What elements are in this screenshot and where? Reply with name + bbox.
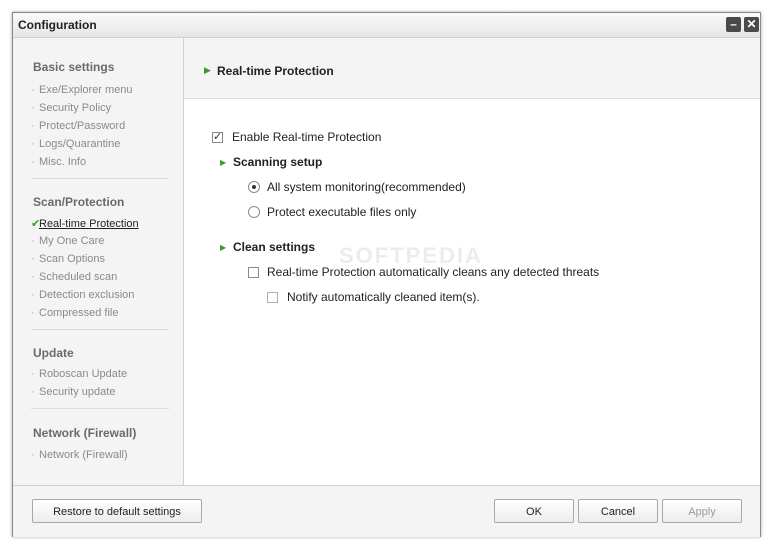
- enable-protection-checkbox[interactable]: [212, 130, 223, 143]
- page-title: Real-time Protection: [217, 64, 334, 78]
- content-panel: ▶ Real-time Protection SOFTPEDIA Enable …: [184, 38, 760, 485]
- footer-bar: Restore to default settings OK Cancel Ap…: [13, 485, 760, 537]
- chevron-right-icon: ▶: [204, 65, 211, 75]
- window-title: Configuration: [18, 18, 97, 32]
- sidebar-item-security-update[interactable]: · Security update: [31, 386, 115, 398]
- notify-cleaned-checkbox[interactable]: [267, 292, 278, 303]
- sidebar-item-protect-password[interactable]: · Protect/Password: [31, 120, 125, 132]
- ok-button[interactable]: OK: [494, 499, 574, 523]
- all-system-monitoring-label[interactable]: All system monitoring(recommended): [267, 180, 466, 194]
- scanning-setup-title: Scanning setup: [233, 155, 323, 169]
- content-header: ▶ Real-time Protection: [184, 38, 760, 99]
- group-title-network-firewall: Network (Firewall): [33, 426, 137, 440]
- divider: [31, 329, 169, 330]
- triangle-right-icon: ▶: [220, 158, 227, 167]
- protect-executables-radio[interactable]: [248, 206, 260, 218]
- close-icon[interactable]: ✕: [744, 17, 759, 32]
- triangle-right-icon: ▶: [220, 243, 227, 252]
- title-bar[interactable]: Configuration – ✕: [13, 13, 760, 38]
- cancel-button[interactable]: Cancel: [578, 499, 658, 523]
- auto-clean-label[interactable]: Real-time Protection automatically clean…: [267, 265, 599, 279]
- apply-button[interactable]: Apply: [662, 499, 742, 523]
- sidebar-item-exe-explorer-menu[interactable]: · Exe/Explorer menu: [31, 84, 133, 96]
- divider: [31, 178, 169, 179]
- all-system-monitoring-radio[interactable]: [248, 181, 260, 193]
- sidebar-item-compressed-file[interactable]: · Compressed file: [31, 307, 118, 319]
- group-title-scan-protection: Scan/Protection: [33, 195, 125, 209]
- sidebar-item-detection-exclusion[interactable]: · Detection exclusion: [31, 289, 134, 301]
- clean-settings-title: Clean settings: [233, 240, 316, 254]
- auto-clean-checkbox[interactable]: [248, 267, 259, 278]
- group-title-basic-settings: Basic settings: [33, 60, 115, 74]
- sidebar-item-security-policy[interactable]: · Security Policy: [31, 102, 111, 114]
- protect-executables-label[interactable]: Protect executable files only: [267, 205, 416, 219]
- sidebar-item-logs-quarantine[interactable]: · Logs/Quarantine: [31, 138, 120, 150]
- check-icon: ✔: [31, 218, 41, 230]
- group-title-update: Update: [33, 346, 74, 360]
- sidebar-item-my-one-care[interactable]: · My One Care: [31, 235, 104, 247]
- notify-cleaned-label[interactable]: Notify automatically cleaned item(s).: [287, 290, 480, 304]
- sidebar-item-roboscan-update[interactable]: · Roboscan Update: [31, 368, 127, 380]
- sidebar-item-misc-info[interactable]: · Misc. Info: [31, 156, 86, 168]
- minimize-icon[interactable]: –: [726, 17, 741, 32]
- restore-defaults-button[interactable]: Restore to default settings: [32, 499, 202, 523]
- sidebar-item-scan-options[interactable]: · Scan Options: [31, 253, 105, 265]
- configuration-window: Configuration – ✕ Basic settings · Exe/Ex…: [12, 12, 761, 537]
- divider: [31, 408, 169, 409]
- sidebar-item-network-firewall[interactable]: · Network (Firewall): [31, 449, 128, 461]
- sidebar: Basic settings · Exe/Explorer menu · Secur…: [13, 38, 184, 485]
- enable-protection-label[interactable]: Enable Real-time Protection: [232, 130, 381, 144]
- sidebar-item-scheduled-scan[interactable]: · Scheduled scan: [31, 271, 117, 283]
- sidebar-item-real-time-protection[interactable]: ✔Real-time Protection: [31, 217, 139, 230]
